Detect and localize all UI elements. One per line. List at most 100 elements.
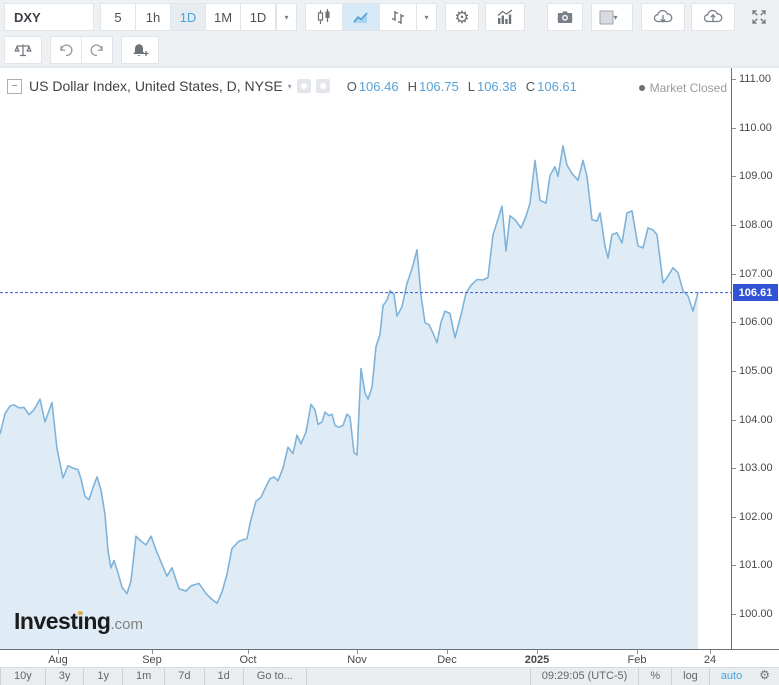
market-status-text: Market Closed (650, 81, 727, 95)
interval-button-1d-2[interactable]: 1D (170, 3, 206, 31)
indicators-button[interactable] (485, 3, 525, 31)
interval-button-1d-4[interactable]: 1D (240, 3, 276, 31)
range-button-3y[interactable]: 3y (46, 668, 85, 685)
cloud-upload-icon (702, 8, 724, 26)
price-label-103.00: 103.00 (739, 462, 773, 474)
price-tick (732, 517, 736, 518)
area-chart-button[interactable] (342, 3, 380, 31)
redo-arrow-icon (89, 43, 105, 57)
time-axis[interactable]: AugSepOctNovDec2025Feb24 (0, 649, 779, 668)
fullscreen-button[interactable] (743, 3, 775, 31)
axis-settings-button[interactable]: ⚙ (753, 668, 779, 685)
range-button-1m[interactable]: 1m (123, 668, 165, 685)
auto-scale-button[interactable]: auto (709, 668, 753, 685)
fullscreen-expand-icon (750, 8, 768, 26)
chevron-down-icon: ▾ (614, 13, 626, 22)
brand-text: Investing (14, 608, 110, 634)
time-label-24: 24 (704, 654, 716, 666)
price-label-109.00: 109.00 (739, 170, 773, 182)
redo-button[interactable] (81, 36, 113, 64)
ohlc-values: O106.46H106.75L106.38C106.61 (338, 79, 577, 94)
clock-label[interactable]: 09:29:05 (UTC-5) (530, 668, 639, 685)
interval-dropdown-button[interactable]: ▾ (276, 3, 297, 31)
percent-scale-button[interactable]: % (638, 668, 671, 685)
range-button-1d[interactable]: 1d (205, 668, 244, 685)
chart-title: US Dollar Index, United States, D, NYSE (29, 78, 283, 94)
ohlc-value-C: 106.61 (537, 79, 577, 94)
collapse-legend-button[interactable]: − (7, 79, 22, 94)
bar-style-button[interactable] (379, 3, 417, 31)
ohlc-key-L: L (468, 79, 475, 94)
candlestick-icon (315, 8, 333, 26)
price-axis[interactable]: 106.61 111.00110.00109.00108.00107.00106… (731, 68, 779, 649)
time-label-Nov: Nov (347, 654, 367, 666)
price-tick (732, 322, 736, 323)
brand-accent-dot (78, 611, 82, 615)
bottom-toolbar: 10y3y1y1m7d1d Go to... 09:29:05 (UTC-5) … (0, 667, 779, 685)
price-label-110.00: 110.00 (739, 122, 772, 134)
layout-square-icon (599, 10, 614, 25)
price-tick (732, 565, 736, 566)
bar-style-icon (389, 8, 407, 26)
price-tick (732, 468, 736, 469)
market-status: Market Closed (639, 81, 727, 95)
range-button-1y[interactable]: 1y (84, 668, 123, 685)
undo-button[interactable] (50, 36, 82, 64)
chevron-down-icon: ▾ (284, 13, 288, 22)
chart-type-dropdown-button[interactable]: ▾ (416, 3, 437, 31)
time-label-Dec: Dec (437, 654, 457, 666)
create-alert-button[interactable] (121, 36, 159, 64)
ohlc-value-H: 106.75 (419, 79, 459, 94)
save-chart-button[interactable] (691, 3, 735, 31)
load-chart-button[interactable] (641, 3, 685, 31)
price-tick (732, 274, 736, 275)
chart-app: DXY 51h1D1M1D ▾ (0, 0, 779, 685)
ohlc-value-L: 106.38 (477, 79, 517, 94)
current-price-tag: 106.61 (733, 284, 778, 301)
watermark-logo: Investing.com (14, 608, 143, 635)
compare-scales-button[interactable] (4, 36, 42, 64)
log-scale-button[interactable]: log (671, 668, 709, 685)
price-label-101.00: 101.00 (739, 559, 773, 571)
ohlc-key-C: C (526, 79, 535, 94)
ohlc-value-O: 106.46 (359, 79, 399, 94)
time-label-2025: 2025 (525, 654, 549, 666)
chart-type-group: ▾ (305, 3, 437, 31)
candlestick-chart-button[interactable] (305, 3, 343, 31)
bottom-toolbar-right: 09:29:05 (UTC-5) % log auto ⚙ (530, 668, 779, 685)
legend-settings-icon[interactable] (297, 79, 311, 93)
range-buttons: 10y3y1y1m7d1d (0, 668, 244, 685)
settings-button[interactable]: ⚙ (445, 3, 479, 31)
brand-domain: .com (110, 616, 143, 633)
interval-button-1m-3[interactable]: 1M (205, 3, 241, 31)
price-tick (732, 614, 736, 615)
symbol-input[interactable]: DXY (4, 3, 94, 31)
interval-group: 51h1D1M1D ▾ (100, 3, 297, 31)
balance-scale-icon (14, 42, 32, 58)
top-toolbar: DXY 51h1D1M1D ▾ (0, 0, 779, 34)
price-label-104.00: 104.00 (739, 414, 773, 426)
chevron-down-icon[interactable]: ▾ (288, 82, 292, 91)
price-tick (732, 176, 736, 177)
price-tick (732, 420, 736, 421)
legend-quick-icon[interactable] (316, 79, 330, 93)
snapshot-button[interactable] (547, 3, 583, 31)
chart-header: − US Dollar Index, United States, D, NYS… (7, 78, 577, 94)
template-button[interactable]: ▾ (591, 3, 633, 31)
interval-button-5-0[interactable]: 5 (100, 3, 136, 31)
interval-button-1h-1[interactable]: 1h (135, 3, 171, 31)
chart-region[interactable]: − US Dollar Index, United States, D, NYS… (0, 67, 779, 667)
camera-icon (556, 8, 574, 26)
price-label-107.00: 107.00 (739, 268, 773, 280)
cloud-download-icon (652, 8, 674, 26)
market-status-dot-icon (639, 85, 645, 91)
indicators-icon (496, 8, 514, 26)
price-tick (732, 225, 736, 226)
price-chart[interactable] (0, 68, 731, 649)
time-label-Sep: Sep (142, 654, 162, 666)
undo-arrow-icon (58, 43, 74, 57)
goto-button[interactable]: Go to... (244, 668, 307, 685)
price-tick (732, 371, 736, 372)
range-button-10y[interactable]: 10y (0, 668, 46, 685)
range-button-7d[interactable]: 7d (165, 668, 204, 685)
